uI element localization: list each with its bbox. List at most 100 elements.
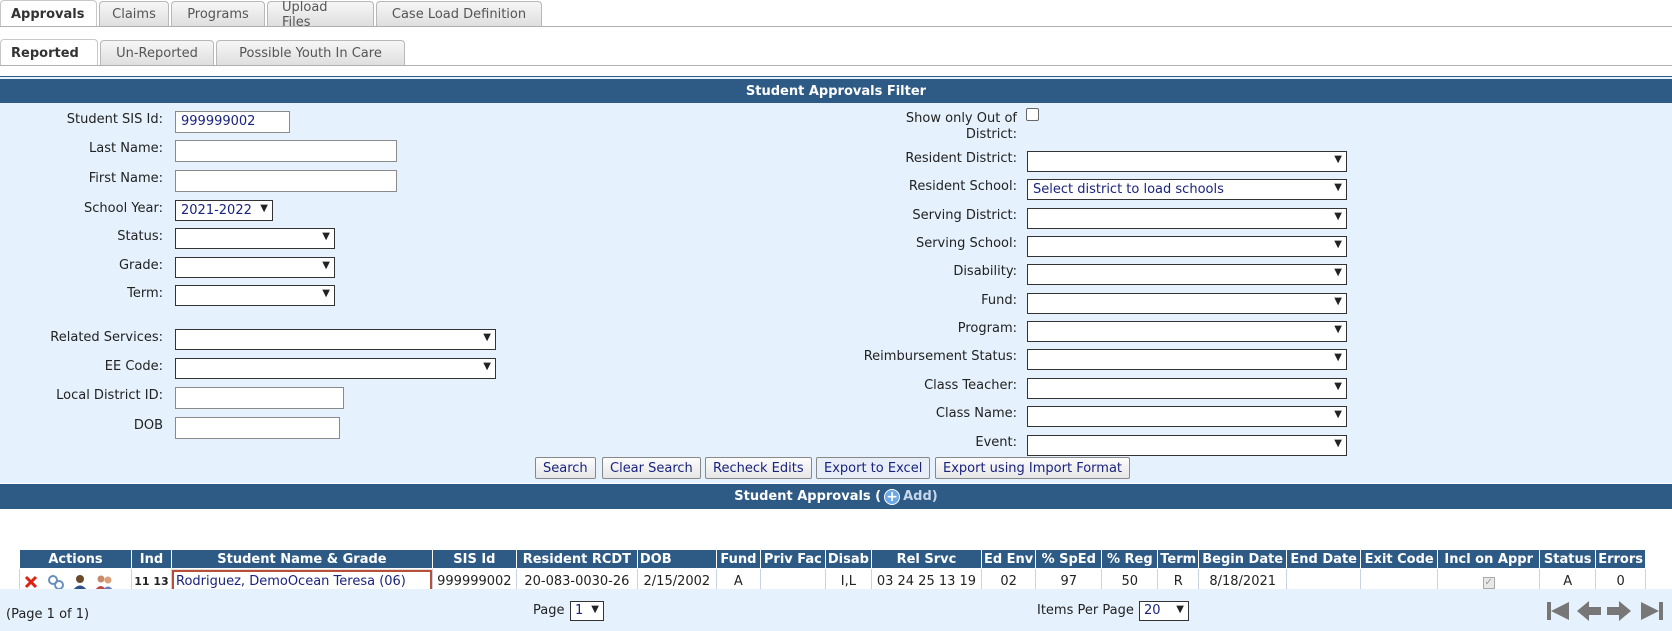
export-import-format-button[interactable]: Export using Import Format (935, 457, 1131, 479)
link-icon[interactable] (46, 573, 66, 591)
class-teacher-label: Class Teacher: (924, 378, 1017, 393)
chevron-down-icon: ▼ (1334, 409, 1342, 420)
chevron-down-icon: ▼ (322, 231, 330, 242)
chevron-down-icon: ▼ (1334, 438, 1342, 449)
col-end-date[interactable]: End Date (1286, 549, 1362, 569)
incl-on-appr-checkbox: ✓ (1482, 577, 1495, 589)
chevron-down-icon: ▼ (1334, 267, 1342, 278)
chevron-down-icon: ▼ (591, 604, 599, 615)
add-icon[interactable]: + (884, 488, 901, 505)
dob-input[interactable] (175, 417, 340, 439)
group-icon[interactable] (94, 573, 114, 591)
col-term[interactable]: Term (1157, 549, 1200, 569)
tab-upload-files[interactable]: Upload Files (267, 0, 374, 30)
chevron-down-icon: ▼ (1334, 324, 1342, 335)
first-name-input[interactable] (175, 170, 397, 192)
col-disab[interactable]: Disab (824, 549, 872, 569)
sis-id-input[interactable]: 999999002 (175, 111, 290, 133)
class-name-label: Class Name: (935, 406, 1017, 421)
search-button[interactable]: Search (535, 457, 596, 479)
reimbursement-status-label: Reimbursement Status: (863, 349, 1017, 364)
local-district-id-input[interactable] (175, 387, 344, 409)
resident-school-select[interactable]: Select district to load schools ▼ (1027, 179, 1347, 200)
items-per-page-value: 20 (1144, 603, 1161, 618)
filter-title: Student Approvals Filter (745, 83, 927, 99)
tab-divider (0, 26, 1672, 27)
person-icon[interactable] (70, 573, 90, 591)
chevron-down-icon: ▼ (1176, 604, 1184, 615)
col-incl-on-appr[interactable]: Incl on Appr (1437, 549, 1541, 569)
event-label: Event: (975, 435, 1017, 450)
next-page-icon[interactable] (1605, 598, 1633, 624)
fund-select[interactable]: ▼ (1027, 293, 1347, 314)
page-value: 1 (575, 603, 584, 618)
tab-reported[interactable]: Reported (0, 39, 98, 66)
delete-icon[interactable] (22, 573, 42, 591)
col-student-name[interactable]: Student Name & Grade (171, 549, 433, 569)
col-rel-srvc[interactable]: Rel Srvc (870, 549, 982, 569)
term-select[interactable]: ▼ (175, 285, 335, 306)
col-status[interactable]: Status (1539, 549, 1597, 569)
event-select[interactable]: ▼ (1027, 435, 1347, 456)
dob-label: DOB (133, 418, 163, 433)
col-resident-rcdt[interactable]: Resident RCDT (515, 549, 638, 569)
ee-code-label: EE Code: (104, 359, 163, 374)
col-pct-reg[interactable]: % Reg (1101, 549, 1159, 569)
tab-un-reported[interactable]: Un-Reported (100, 40, 214, 66)
col-ed-env[interactable]: Ed Env (980, 549, 1037, 569)
tab-approvals[interactable]: Approvals (0, 0, 97, 27)
page-select[interactable]: 1 ▼ (570, 601, 604, 621)
related-services-select[interactable]: ▼ (175, 329, 496, 350)
table-header-row: Actions Ind Student Name & Grade SIS Id … (19, 549, 1646, 569)
items-per-page-select[interactable]: 20 ▼ (1139, 601, 1189, 621)
prev-page-icon[interactable] (1575, 598, 1603, 624)
reimbursement-status-select[interactable]: ▼ (1027, 349, 1347, 370)
program-select[interactable]: ▼ (1027, 321, 1347, 342)
pager-bar (0, 589, 1672, 631)
clear-search-button[interactable]: Clear Search (602, 457, 701, 479)
add-link[interactable]: Add) (903, 489, 938, 504)
program-label: Program: (957, 321, 1017, 336)
tab-claims[interactable]: Claims (99, 1, 169, 27)
col-sis-id[interactable]: SIS Id (431, 549, 517, 569)
ee-code-select[interactable]: ▼ (175, 358, 496, 379)
tab-case-load-definition[interactable]: Case Load Definition (376, 1, 542, 27)
last-page-icon[interactable] (1637, 598, 1665, 624)
first-name-label: First Name: (88, 171, 163, 186)
status-select[interactable]: ▼ (175, 228, 335, 249)
term-label: Term: (127, 286, 163, 301)
out-of-district-checkbox[interactable] (1026, 108, 1039, 121)
col-begin-date[interactable]: Begin Date (1198, 549, 1288, 569)
resident-district-select[interactable]: ▼ (1027, 151, 1347, 172)
tab-possible-youth-in-care[interactable]: Possible Youth In Care (216, 40, 405, 66)
col-errors[interactable]: Errors (1595, 549, 1646, 569)
disability-select[interactable]: ▼ (1027, 264, 1347, 285)
sub-tab-divider (0, 65, 1672, 66)
approvals-title-bar: Student Approvals ( + Add) (0, 484, 1672, 509)
first-page-icon[interactable] (1545, 598, 1573, 624)
recheck-edits-button[interactable]: Recheck Edits (705, 457, 812, 479)
col-pct-sped[interactable]: % SpEd (1035, 549, 1103, 569)
chevron-down-icon: ▼ (1334, 211, 1342, 222)
class-name-select[interactable]: ▼ (1027, 406, 1347, 427)
col-ind: Ind (131, 549, 172, 569)
last-name-label: Last Name: (89, 141, 163, 156)
sub-tab-bar: Reported Un-Reported Possible Youth In C… (0, 38, 407, 66)
col-priv-fac[interactable]: Priv Fac (759, 549, 826, 569)
tab-programs[interactable]: Programs (171, 1, 265, 27)
fund-label: Fund: (981, 293, 1017, 308)
col-dob[interactable]: DOB (636, 549, 717, 569)
last-name-input[interactable] (175, 140, 397, 162)
class-teacher-select[interactable]: ▼ (1027, 378, 1347, 399)
serving-district-select[interactable]: ▼ (1027, 208, 1347, 229)
school-year-value: 2021-2022 (181, 203, 252, 218)
col-fund[interactable]: Fund (715, 549, 761, 569)
serving-school-select[interactable]: ▼ (1027, 236, 1347, 257)
school-year-select[interactable]: 2021-2022 ▼ (175, 200, 273, 221)
export-excel-button[interactable]: Export to Excel (816, 457, 931, 479)
chevron-down-icon: ▼ (260, 203, 268, 214)
col-exit-code[interactable]: Exit Code (1360, 549, 1439, 569)
filter-title-bar: Student Approvals Filter (0, 79, 1672, 103)
grade-select[interactable]: ▼ (175, 257, 335, 278)
chevron-down-icon: ▼ (322, 260, 330, 271)
